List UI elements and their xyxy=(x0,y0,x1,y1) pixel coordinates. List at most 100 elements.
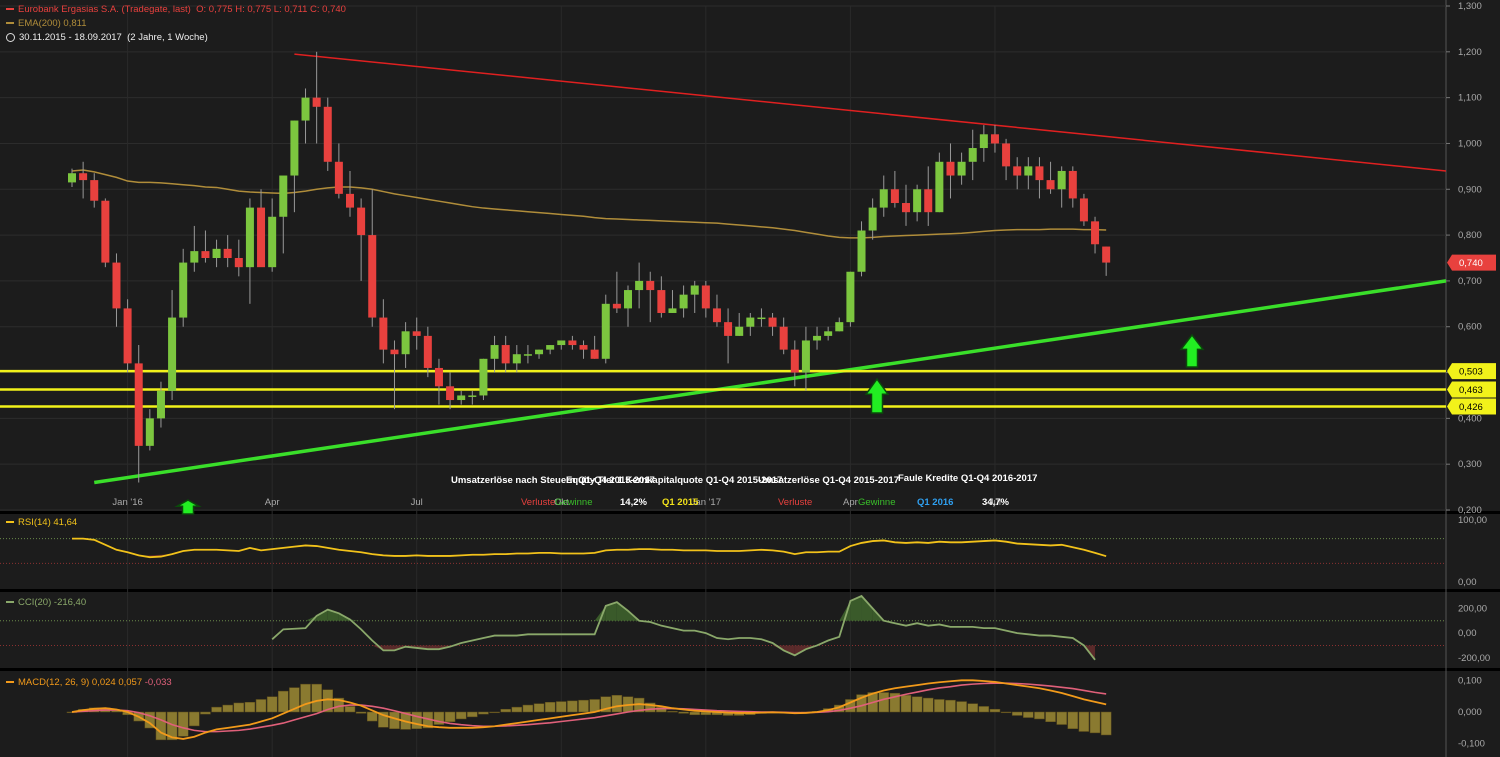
macd-histogram-bar xyxy=(467,712,477,717)
candle-body xyxy=(402,331,410,354)
candle-body xyxy=(591,350,599,359)
macd-swatch xyxy=(6,681,14,683)
stock-chart[interactable]: 0,2000,3000,4000,5000,6000,7000,8000,900… xyxy=(0,0,1500,757)
macd-histogram-bar xyxy=(545,702,555,712)
candle-body xyxy=(535,350,543,355)
cci-tick-label: 200,00 xyxy=(1458,603,1487,614)
macd-histogram-bar xyxy=(356,712,366,713)
candle-body xyxy=(802,340,810,372)
candle-body xyxy=(880,189,888,207)
macd-histogram-bar xyxy=(579,700,589,712)
macd-value-1: 0,024 xyxy=(92,677,116,688)
candle-body xyxy=(279,176,287,217)
support-level-value: 0,426 xyxy=(1459,402,1483,413)
macd-histogram-bar xyxy=(1023,712,1033,718)
candle-body xyxy=(313,98,321,107)
candle-body xyxy=(190,251,198,262)
price-tick-label: 0,900 xyxy=(1458,184,1482,195)
candle-body xyxy=(346,194,354,208)
annotation-bad-loans: Faule Kredite Q1-Q4 2016-2017 xyxy=(898,473,1037,484)
candle-body xyxy=(713,308,721,322)
macd-histogram-bar xyxy=(1079,712,1089,732)
macd-histogram-bar xyxy=(156,712,166,740)
annotation-verluste-1: Verluste xyxy=(521,497,555,508)
candle-body xyxy=(513,354,521,363)
annotation-q1-2016: Q1 2016 xyxy=(917,497,953,508)
macd-histogram-bar xyxy=(367,712,377,721)
macd-histogram-bar xyxy=(1001,712,1011,713)
price-tick-label: 1,000 xyxy=(1458,138,1482,149)
macd-histogram-bar xyxy=(212,707,222,712)
macd-tick-label: 0,000 xyxy=(1458,707,1482,718)
macd-histogram-bar xyxy=(189,712,199,726)
candle-body xyxy=(101,201,109,263)
candle-body xyxy=(368,235,376,317)
support-level-value: 0,503 xyxy=(1459,367,1483,378)
macd-histogram-bar xyxy=(278,691,288,712)
macd-histogram-bar xyxy=(445,712,455,722)
candle-body xyxy=(568,340,576,345)
macd-label: MACD(12, 26, 9) xyxy=(18,677,89,688)
range-line: 30.11.2015 - 18.09.2017 (2 Jahre, 1 Woch… xyxy=(6,32,208,43)
date-span: (2 Jahre, 1 Woche) xyxy=(127,32,208,43)
time-tick-label: Apr xyxy=(843,497,858,508)
candle-body xyxy=(213,249,221,258)
candle-body xyxy=(724,322,732,336)
macd-histogram-bar xyxy=(256,699,266,712)
chart-background xyxy=(0,0,1500,757)
candle-body xyxy=(780,327,788,350)
macd-histogram-bar xyxy=(501,709,511,712)
candle-body xyxy=(613,304,621,309)
candle-body xyxy=(969,148,977,162)
price-tick-label: 0,300 xyxy=(1458,459,1482,470)
chart-title: Eurobank Ergasias S.A. (Tradegate, last) xyxy=(18,4,191,15)
cci-header: CCI(20) -216,40 xyxy=(6,597,86,608)
title-swatch xyxy=(6,8,14,10)
candle-body xyxy=(157,391,165,418)
candle-body xyxy=(179,263,187,318)
candle-body xyxy=(602,304,610,359)
candle-body xyxy=(524,354,532,356)
price-tick-label: 1,100 xyxy=(1458,93,1482,104)
macd-value-2: 0,057 xyxy=(118,677,142,688)
macd-histogram-bar xyxy=(267,697,277,712)
candle-body xyxy=(924,189,932,212)
ohlc-readout: O: 0,775 H: 0,775 L: 0,711 C: 0,740 xyxy=(196,4,346,15)
time-tick-label: Jan '16 xyxy=(112,497,142,508)
cci-tick-label: 0,00 xyxy=(1458,628,1477,639)
candle-body xyxy=(746,318,754,327)
candle-body xyxy=(90,180,98,201)
macd-histogram-bar xyxy=(1057,712,1067,725)
candle-body xyxy=(869,208,877,231)
macd-histogram-bar xyxy=(478,712,488,714)
macd-histogram-bar xyxy=(612,695,622,712)
last-price-value: 0,740 xyxy=(1459,258,1483,269)
annotation-pct-1: 14,2% xyxy=(620,497,647,508)
macd-histogram-bar xyxy=(412,712,422,729)
candle-body xyxy=(991,134,999,143)
candle-body xyxy=(813,336,821,341)
macd-histogram-bar xyxy=(957,702,967,712)
macd-header: MACD(12, 26, 9) 0,024 0,057 -0,033 xyxy=(6,677,172,688)
candle-body xyxy=(791,350,799,373)
candle-body xyxy=(557,340,565,345)
annotation-equity-tier1: Equity Tier 1 Kernkapitalquote Q1-Q4 201… xyxy=(566,475,782,486)
annotation-revenue: Umsatzerlöse Q1-Q4 2015-2017 xyxy=(758,475,899,486)
candle-body xyxy=(680,295,688,309)
annotation-verluste-2: Verluste xyxy=(778,497,812,508)
candle-body xyxy=(902,203,910,212)
macd-histogram-bar xyxy=(1101,712,1111,735)
macd-tick-label: -0,100 xyxy=(1458,739,1485,750)
cci-swatch xyxy=(6,601,14,603)
macd-histogram-bar xyxy=(979,706,989,712)
annotation-pct-2: 34,7% xyxy=(982,497,1009,508)
candle-body xyxy=(268,217,276,267)
cci-label: CCI(20) xyxy=(18,597,51,608)
candle-body xyxy=(624,290,632,308)
price-tick-label: 1,300 xyxy=(1458,1,1482,12)
candle-body xyxy=(691,285,699,294)
candle-body xyxy=(335,162,343,194)
macd-histogram-bar xyxy=(912,697,922,712)
macd-histogram-bar xyxy=(534,704,544,712)
candle-body xyxy=(224,249,232,258)
